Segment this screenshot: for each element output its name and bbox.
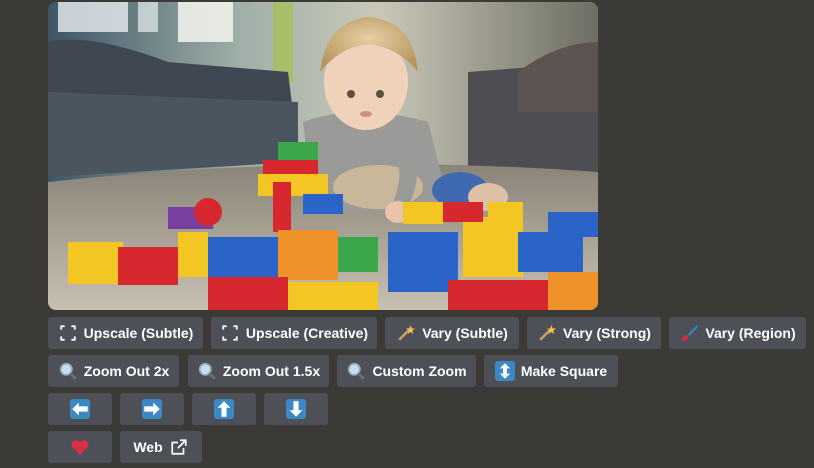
vary-subtle-button[interactable]: Vary (Subtle) bbox=[385, 317, 519, 349]
favorite-button[interactable] bbox=[48, 431, 112, 463]
vary-strong-button[interactable]: Vary (Strong) bbox=[527, 317, 661, 349]
up-down-arrow-icon bbox=[494, 361, 515, 381]
button-label: Vary (Strong) bbox=[563, 325, 651, 341]
arrow-down-icon bbox=[286, 399, 306, 419]
zoom-out-2x-button[interactable]: Zoom Out 2x bbox=[48, 355, 179, 387]
magic-wand-icon bbox=[396, 323, 416, 343]
magnifier-icon bbox=[346, 361, 366, 381]
magic-wand-icon bbox=[537, 323, 557, 343]
pan-up-button[interactable] bbox=[192, 393, 256, 425]
pan-left-button[interactable] bbox=[48, 393, 112, 425]
pan-down-button[interactable] bbox=[264, 393, 328, 425]
button-label: Upscale (Creative) bbox=[245, 325, 369, 341]
button-label: Zoom Out 2x bbox=[83, 363, 170, 379]
button-label: Vary (Subtle) bbox=[422, 325, 508, 341]
zoom-out-1-5x-button[interactable]: Zoom Out 1.5x bbox=[188, 355, 329, 387]
button-label: Make Square bbox=[520, 363, 608, 379]
expand-arrows-icon bbox=[220, 323, 240, 343]
button-label: Custom Zoom bbox=[372, 363, 467, 379]
toddler-lego-photo bbox=[48, 2, 598, 310]
custom-zoom-button[interactable]: Custom Zoom bbox=[337, 355, 476, 387]
arrow-up-icon bbox=[214, 399, 234, 419]
arrow-left-icon bbox=[70, 399, 90, 419]
button-label: Upscale (Subtle) bbox=[83, 325, 194, 341]
button-label: Zoom Out 1.5x bbox=[222, 363, 321, 379]
external-link-icon bbox=[169, 437, 189, 457]
button-label: Web bbox=[133, 439, 163, 455]
web-link-button[interactable]: Web bbox=[120, 431, 202, 463]
upscale-subtle-button[interactable]: Upscale (Subtle) bbox=[48, 317, 203, 349]
paintbrush-icon bbox=[679, 323, 699, 343]
make-square-button[interactable]: Make Square bbox=[484, 355, 618, 387]
vary-region-button[interactable]: Vary (Region) bbox=[669, 317, 806, 349]
heart-icon bbox=[70, 437, 90, 457]
magnifier-icon bbox=[197, 361, 217, 381]
upscale-creative-button[interactable]: Upscale (Creative) bbox=[211, 317, 377, 349]
magnifier-icon bbox=[58, 361, 78, 381]
pan-right-button[interactable] bbox=[120, 393, 184, 425]
generated-image[interactable] bbox=[48, 2, 598, 310]
button-label: Vary (Region) bbox=[705, 325, 796, 341]
expand-arrows-icon bbox=[58, 323, 78, 343]
arrow-right-icon bbox=[142, 399, 162, 419]
